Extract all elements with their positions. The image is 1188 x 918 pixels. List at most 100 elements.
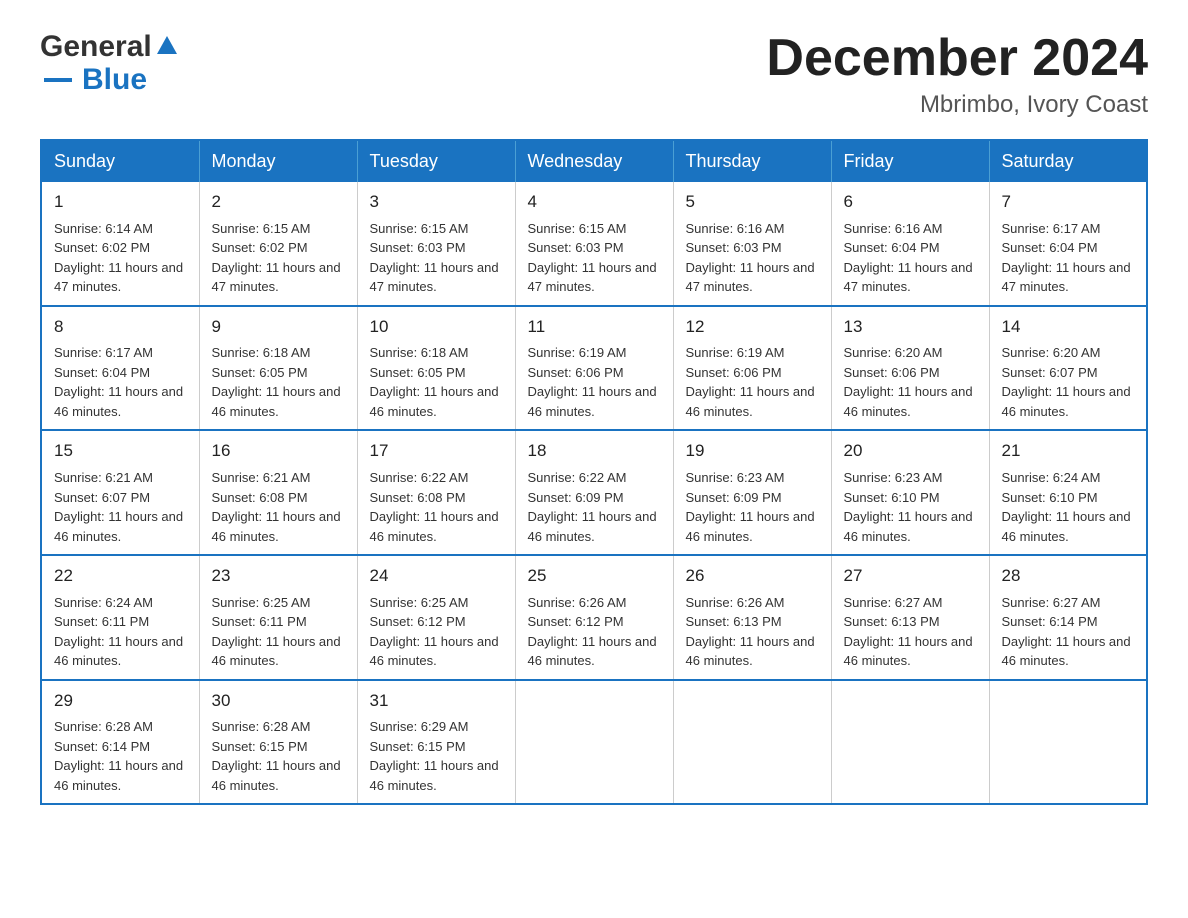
day-info: Sunrise: 6:29 AMSunset: 6:15 PMDaylight:… (370, 717, 503, 795)
day-info: Sunrise: 6:27 AMSunset: 6:13 PMDaylight:… (844, 593, 977, 671)
logo-line-icon (44, 78, 72, 82)
calendar-week-row: 22Sunrise: 6:24 AMSunset: 6:11 PMDayligh… (41, 555, 1147, 680)
day-number: 5 (686, 190, 819, 215)
day-number: 6 (844, 190, 977, 215)
day-number: 21 (1002, 439, 1135, 464)
day-info: Sunrise: 6:16 AMSunset: 6:04 PMDaylight:… (844, 219, 977, 297)
day-number: 23 (212, 564, 345, 589)
header-wednesday: Wednesday (515, 140, 673, 182)
calendar-cell: 27 Sunrise: 6:27 AMSunset: 6:13 PMDayligh… (831, 555, 989, 680)
day-number: 1 (54, 190, 187, 215)
day-info: Sunrise: 6:17 AMSunset: 6:04 PMDaylight:… (54, 343, 187, 421)
day-number: 13 (844, 315, 977, 340)
day-info: Sunrise: 6:20 AMSunset: 6:07 PMDaylight:… (1002, 343, 1135, 421)
day-info: Sunrise: 6:23 AMSunset: 6:09 PMDaylight:… (686, 468, 819, 546)
day-info: Sunrise: 6:19 AMSunset: 6:06 PMDaylight:… (528, 343, 661, 421)
calendar-cell: 9Sunrise: 6:18 AMSunset: 6:05 PMDaylight… (199, 306, 357, 431)
calendar-cell (831, 680, 989, 805)
logo-blue-text: Blue (82, 63, 147, 96)
day-info: Sunrise: 6:23 AMSunset: 6:10 PMDaylight:… (844, 468, 977, 546)
header-sunday: Sunday (41, 140, 199, 182)
calendar-cell: 12 Sunrise: 6:19 AMSunset: 6:06 PMDayligh… (673, 306, 831, 431)
calendar-cell: 11 Sunrise: 6:19 AMSunset: 6:06 PMDayligh… (515, 306, 673, 431)
calendar-week-row: 15 Sunrise: 6:21 AMSunset: 6:07 PMDayligh… (41, 430, 1147, 555)
day-info: Sunrise: 6:15 AMSunset: 6:03 PMDaylight:… (370, 219, 503, 297)
calendar-table: SundayMondayTuesdayWednesdayThursdayFrid… (40, 139, 1148, 805)
calendar-cell: 26 Sunrise: 6:26 AMSunset: 6:13 PMDayligh… (673, 555, 831, 680)
day-number: 16 (212, 439, 345, 464)
calendar-cell: 15 Sunrise: 6:21 AMSunset: 6:07 PMDayligh… (41, 430, 199, 555)
calendar-cell: 13Sunrise: 6:20 AMSunset: 6:06 PMDayligh… (831, 306, 989, 431)
day-number: 19 (686, 439, 819, 464)
calendar-cell: 30 Sunrise: 6:28 AMSunset: 6:15 PMDayligh… (199, 680, 357, 805)
day-number: 27 (844, 564, 977, 589)
calendar-cell: 3 Sunrise: 6:15 AMSunset: 6:03 PMDaylight… (357, 182, 515, 306)
calendar-header-row: SundayMondayTuesdayWednesdayThursdayFrid… (41, 140, 1147, 182)
header-tuesday: Tuesday (357, 140, 515, 182)
day-info: Sunrise: 6:28 AMSunset: 6:14 PMDaylight:… (54, 717, 187, 795)
day-number: 4 (528, 190, 661, 215)
day-info: Sunrise: 6:19 AMSunset: 6:06 PMDaylight:… (686, 343, 819, 421)
day-number: 18 (528, 439, 661, 464)
calendar-cell: 5Sunrise: 6:16 AMSunset: 6:03 PMDaylight… (673, 182, 831, 306)
calendar-cell: 1 Sunrise: 6:14 AMSunset: 6:02 PMDaylight… (41, 182, 199, 306)
calendar-cell: 20 Sunrise: 6:23 AMSunset: 6:10 PMDayligh… (831, 430, 989, 555)
day-number: 26 (686, 564, 819, 589)
logo: General Blue (40, 30, 177, 96)
day-number: 30 (212, 689, 345, 714)
calendar-cell: 7 Sunrise: 6:17 AMSunset: 6:04 PMDaylight… (989, 182, 1147, 306)
day-info: Sunrise: 6:15 AMSunset: 6:02 PMDaylight:… (212, 219, 345, 297)
day-number: 7 (1002, 190, 1135, 215)
day-info: Sunrise: 6:14 AMSunset: 6:02 PMDaylight:… (54, 219, 187, 297)
calendar-cell: 8Sunrise: 6:17 AMSunset: 6:04 PMDaylight… (41, 306, 199, 431)
day-number: 29 (54, 689, 187, 714)
day-number: 11 (528, 315, 661, 340)
day-info: Sunrise: 6:28 AMSunset: 6:15 PMDaylight:… (212, 717, 345, 795)
day-info: Sunrise: 6:25 AMSunset: 6:12 PMDaylight:… (370, 593, 503, 671)
calendar-cell: 21Sunrise: 6:24 AMSunset: 6:10 PMDayligh… (989, 430, 1147, 555)
calendar-cell: 28Sunrise: 6:27 AMSunset: 6:14 PMDayligh… (989, 555, 1147, 680)
day-number: 3 (370, 190, 503, 215)
calendar-cell: 16 Sunrise: 6:21 AMSunset: 6:08 PMDayligh… (199, 430, 357, 555)
month-title: December 2024 (766, 30, 1148, 87)
calendar-week-row: 29 Sunrise: 6:28 AMSunset: 6:14 PMDayligh… (41, 680, 1147, 805)
header-thursday: Thursday (673, 140, 831, 182)
location-title: Mbrimbo, Ivory Coast (766, 91, 1148, 119)
calendar-cell: 10 Sunrise: 6:18 AMSunset: 6:05 PMDayligh… (357, 306, 515, 431)
calendar-cell: 24Sunrise: 6:25 AMSunset: 6:12 PMDayligh… (357, 555, 515, 680)
day-number: 31 (370, 689, 503, 714)
day-info: Sunrise: 6:21 AMSunset: 6:07 PMDaylight:… (54, 468, 187, 546)
calendar-cell: 17Sunrise: 6:22 AMSunset: 6:08 PMDayligh… (357, 430, 515, 555)
day-info: Sunrise: 6:24 AMSunset: 6:11 PMDaylight:… (54, 593, 187, 671)
calendar-cell (673, 680, 831, 805)
day-info: Sunrise: 6:18 AMSunset: 6:05 PMDaylight:… (370, 343, 503, 421)
day-number: 25 (528, 564, 661, 589)
calendar-cell: 2 Sunrise: 6:15 AMSunset: 6:02 PMDaylight… (199, 182, 357, 306)
day-number: 28 (1002, 564, 1135, 589)
day-number: 2 (212, 190, 345, 215)
header-monday: Monday (199, 140, 357, 182)
day-number: 10 (370, 315, 503, 340)
day-info: Sunrise: 6:21 AMSunset: 6:08 PMDaylight:… (212, 468, 345, 546)
calendar-cell: 6 Sunrise: 6:16 AMSunset: 6:04 PMDaylight… (831, 182, 989, 306)
calendar-week-row: 1 Sunrise: 6:14 AMSunset: 6:02 PMDaylight… (41, 182, 1147, 306)
day-number: 20 (844, 439, 977, 464)
calendar-cell: 19 Sunrise: 6:23 AMSunset: 6:09 PMDayligh… (673, 430, 831, 555)
day-info: Sunrise: 6:26 AMSunset: 6:12 PMDaylight:… (528, 593, 661, 671)
logo-general-text: General (40, 30, 152, 63)
title-area: December 2024 Mbrimbo, Ivory Coast (766, 30, 1148, 119)
day-info: Sunrise: 6:22 AMSunset: 6:09 PMDaylight:… (528, 468, 661, 546)
header-saturday: Saturday (989, 140, 1147, 182)
day-number: 17 (370, 439, 503, 464)
day-info: Sunrise: 6:17 AMSunset: 6:04 PMDaylight:… (1002, 219, 1135, 297)
day-number: 15 (54, 439, 187, 464)
day-number: 12 (686, 315, 819, 340)
calendar-week-row: 8Sunrise: 6:17 AMSunset: 6:04 PMDaylight… (41, 306, 1147, 431)
header-friday: Friday (831, 140, 989, 182)
day-info: Sunrise: 6:15 AMSunset: 6:03 PMDaylight:… (528, 219, 661, 297)
calendar-cell: 25 Sunrise: 6:26 AMSunset: 6:12 PMDayligh… (515, 555, 673, 680)
day-info: Sunrise: 6:26 AMSunset: 6:13 PMDaylight:… (686, 593, 819, 671)
calendar-cell: 18 Sunrise: 6:22 AMSunset: 6:09 PMDayligh… (515, 430, 673, 555)
day-number: 9 (212, 315, 345, 340)
calendar-cell (989, 680, 1147, 805)
